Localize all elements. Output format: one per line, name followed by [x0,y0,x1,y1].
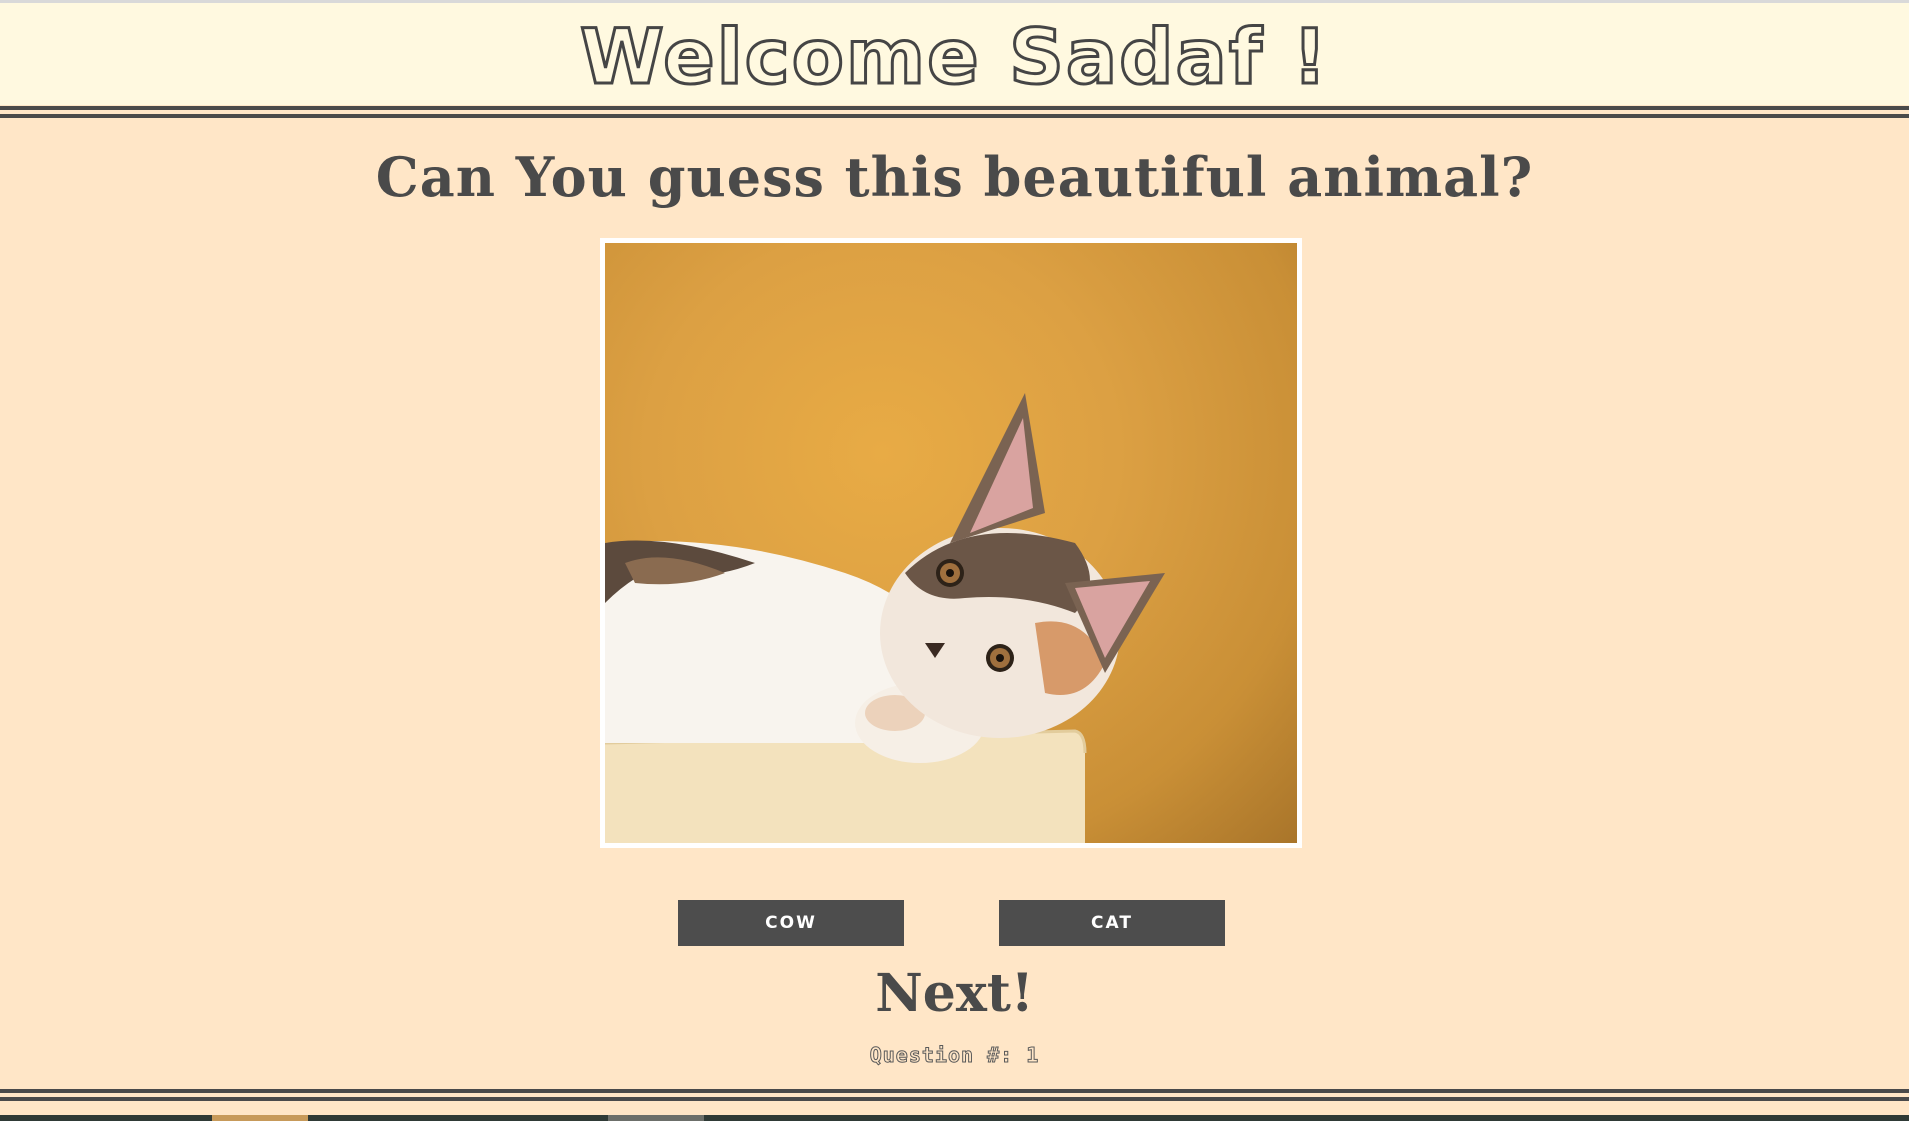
answer-button-cat[interactable]: CAT [999,900,1225,946]
bottom-strip [0,1115,1909,1121]
next-button-container: Next! [0,963,1909,1024]
question-text: Can You guess this beautiful animal? [375,145,1534,209]
footer-divider-top [0,1089,1909,1093]
page-header: Welcome Sadaf ! [0,3,1909,105]
strip-segment [212,1115,308,1121]
header-divider-top [0,106,1909,110]
next-button[interactable]: Next! [875,963,1033,1024]
animal-image-frame [600,238,1302,848]
question-counter: Question #: 1 [869,1043,1040,1068]
animal-image [605,243,1297,843]
welcome-title: Welcome Sadaf ! [578,11,1330,103]
footer-divider-bottom [0,1097,1909,1101]
header-divider-bottom [0,114,1909,118]
kitten-illustration [605,393,1165,843]
strip-segment [608,1115,704,1121]
answer-button-cow[interactable]: COW [678,900,904,946]
